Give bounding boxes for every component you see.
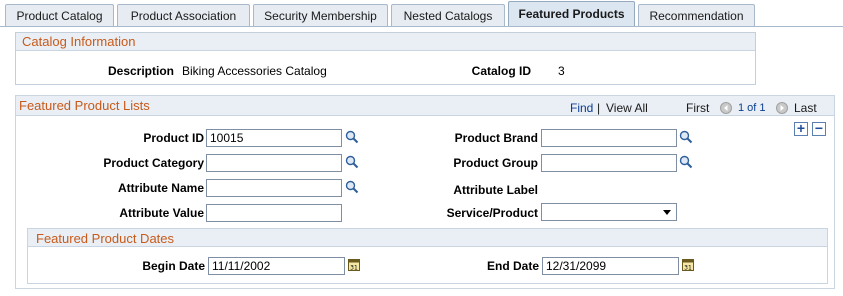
begin-date-label: Begin Date <box>142 259 205 273</box>
catalog-id-label: Catalog ID <box>471 64 531 78</box>
begin-date-input[interactable] <box>208 257 345 275</box>
product-id-input[interactable] <box>206 129 342 147</box>
attribute-value-input[interactable] <box>206 204 342 222</box>
attribute-name-input[interactable] <box>206 179 342 197</box>
svg-text:31: 31 <box>684 265 692 272</box>
attribute-label-label: Attribute Label <box>453 183 538 197</box>
catalog-id-value: 3 <box>558 64 565 78</box>
product-group-label: Product Group <box>453 156 538 170</box>
magnifier-icon[interactable] <box>679 155 693 169</box>
tab-featured-products[interactable]: Featured Products <box>508 1 635 27</box>
tab-label: Featured Products <box>518 7 625 21</box>
find-link[interactable]: Find <box>570 101 593 115</box>
catalog-information-section: Catalog Information Description Biking A… <box>15 32 756 85</box>
tab-label: Recommendation <box>649 9 744 23</box>
product-brand-label: Product Brand <box>454 131 538 145</box>
product-category-label: Product Category <box>103 156 204 170</box>
description-value: Biking Accessories Catalog <box>182 64 327 78</box>
tab-label: Nested Catalogs <box>403 9 493 23</box>
view-all-link[interactable]: View All <box>606 101 648 115</box>
next-arrow-icon[interactable] <box>776 102 788 114</box>
first-link[interactable]: First <box>686 101 709 115</box>
tab-product-catalog[interactable]: Product Catalog <box>5 4 114 27</box>
last-link[interactable]: Last <box>794 101 817 115</box>
svg-text:31: 31 <box>350 265 358 272</box>
product-id-label: Product ID <box>143 131 204 145</box>
magnifier-icon[interactable] <box>679 130 693 144</box>
add-row-button[interactable]: + <box>794 121 808 136</box>
calendar-icon[interactable]: 31 <box>348 258 360 272</box>
product-group-input[interactable] <box>541 154 677 172</box>
featured-product-dates-section: Featured Product Dates Begin Date 31 End… <box>27 228 828 284</box>
range-indicator: 1 of 1 <box>738 102 766 114</box>
tab-security-membership[interactable]: Security Membership <box>253 4 388 27</box>
magnifier-icon[interactable] <box>345 155 359 169</box>
section-title: Featured Product Dates <box>36 231 175 246</box>
magnifier-icon[interactable] <box>345 130 359 144</box>
product-brand-input[interactable] <box>541 129 677 147</box>
attribute-name-label: Attribute Name <box>117 181 204 195</box>
tab-label: Product Catalog <box>16 9 103 23</box>
service-product-label: Service/Product <box>446 206 538 220</box>
tab-nested-catalogs[interactable]: Nested Catalogs <box>391 4 505 27</box>
tab-label: Security Membership <box>264 9 377 23</box>
tab-product-association[interactable]: Product Association <box>117 4 250 27</box>
chevron-down-icon <box>663 210 671 215</box>
tab-divider <box>0 26 843 27</box>
tab-label: Product Association <box>130 9 237 23</box>
featured-product-lists-section: Featured Product Lists Find | View All F… <box>15 95 835 289</box>
service-product-select[interactable] <box>541 203 677 221</box>
end-date-label: End Date <box>486 259 539 273</box>
magnifier-icon[interactable] <box>345 180 359 194</box>
calendar-icon[interactable]: 31 <box>682 258 694 272</box>
product-category-input[interactable] <box>206 154 342 172</box>
nav-separator: | <box>597 101 601 115</box>
section-title: Catalog Information <box>16 33 755 51</box>
previous-arrow-icon[interactable] <box>720 102 732 114</box>
delete-row-button[interactable]: − <box>812 121 826 136</box>
attribute-value-label: Attribute Value <box>119 206 204 220</box>
tab-recommendation[interactable]: Recommendation <box>638 4 755 27</box>
description-label: Description <box>107 64 174 78</box>
end-date-input[interactable] <box>542 257 679 275</box>
section-title: Featured Product Lists <box>19 98 150 113</box>
